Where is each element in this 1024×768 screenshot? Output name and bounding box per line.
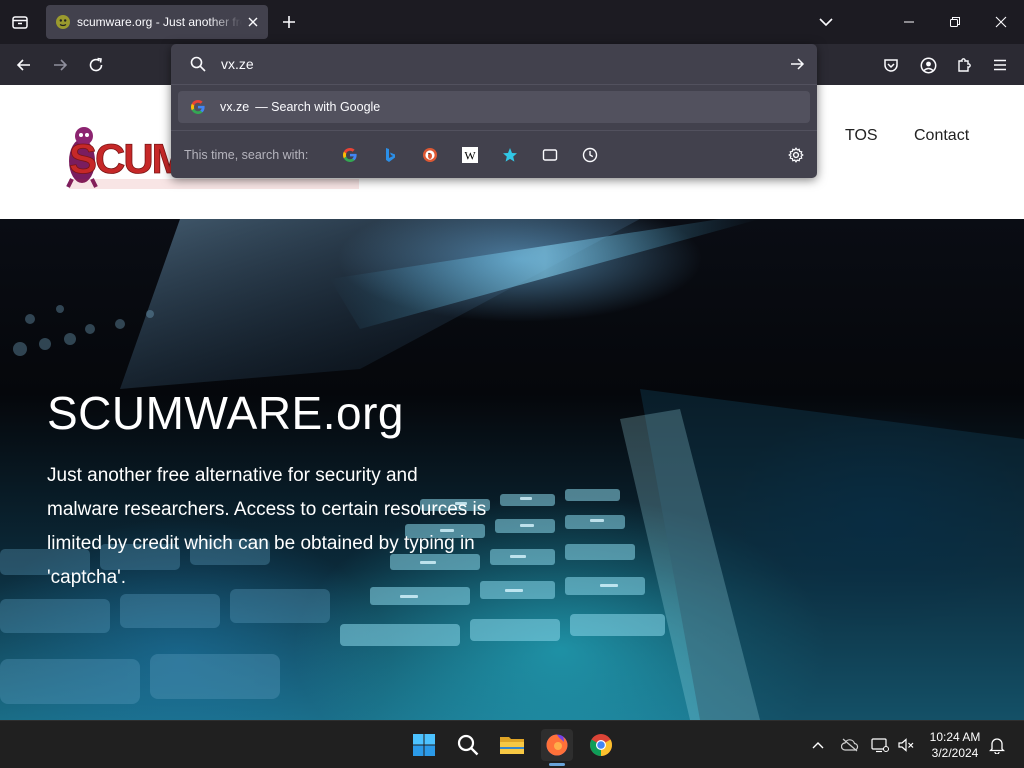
- browser-tab[interactable]: scumware.org - Just another free alterna…: [46, 5, 268, 39]
- back-button[interactable]: [11, 52, 37, 78]
- chevron-down-icon: [819, 18, 833, 27]
- divider: [171, 84, 817, 85]
- tab-list-icon: [12, 16, 28, 29]
- chrome-icon: [590, 734, 612, 756]
- network-tray-button[interactable]: [869, 734, 891, 756]
- duckduckgo-icon: [423, 148, 437, 162]
- bell-icon: [989, 738, 1005, 754]
- urlbar-dropdown: vx.ze — Search with Google This time, se…: [171, 44, 817, 178]
- bookmarks-star-icon: [503, 148, 517, 162]
- hero-description: Just another free alternative for securi…: [47, 465, 487, 588]
- pocket-button[interactable]: [878, 52, 904, 78]
- firefox-icon: [546, 734, 568, 756]
- plus-icon: [283, 16, 295, 28]
- search-engine-duckduckgo-button[interactable]: [418, 143, 442, 167]
- arrow-right-icon: [54, 59, 68, 71]
- onedrive-tray-button[interactable]: [839, 734, 861, 756]
- forward-button[interactable]: [47, 52, 73, 78]
- search-engine-bing-button[interactable]: [378, 143, 402, 167]
- puzzle-piece-icon: [958, 58, 971, 72]
- tab-close-button[interactable]: [244, 13, 262, 31]
- close-icon: [248, 17, 258, 27]
- restore-icon: [950, 17, 960, 27]
- file-explorer-button[interactable]: [496, 729, 528, 761]
- window-close-button[interactable]: [978, 0, 1024, 44]
- scumware-favicon: [56, 15, 70, 29]
- search-tabs-button[interactable]: [538, 143, 562, 167]
- suggestion-action: — Search with Google: [255, 100, 381, 114]
- chevron-up-icon: [812, 742, 824, 749]
- new-tab-button[interactable]: [278, 11, 300, 33]
- google-icon: [343, 148, 357, 162]
- reload-icon: [89, 57, 103, 72]
- close-icon: [995, 16, 1007, 28]
- google-icon: [191, 100, 205, 114]
- url-input[interactable]: [221, 53, 761, 75]
- web-page: SCUMWARE SCUMWARE TOS Contact: [0, 85, 1024, 720]
- minimize-button[interactable]: [886, 0, 932, 44]
- screen: scumware.org - Just another free alterna…: [0, 0, 1024, 768]
- reload-button[interactable]: [83, 52, 109, 78]
- restore-button[interactable]: [932, 0, 978, 44]
- arrow-right-icon: [791, 58, 805, 70]
- search-engine-google-button[interactable]: [338, 143, 362, 167]
- firefox-taskbar-button[interactable]: [541, 729, 573, 761]
- account-icon: [920, 57, 936, 73]
- search-engine-wikipedia-button[interactable]: W: [458, 143, 482, 167]
- nav-link-contact[interactable]: Contact: [914, 127, 969, 145]
- windows-start-icon: [413, 734, 435, 756]
- list-all-tabs-button[interactable]: [814, 11, 838, 33]
- bing-icon: [386, 148, 395, 162]
- minimize-icon: [904, 21, 914, 23]
- gear-icon: [788, 147, 804, 163]
- history-icon: [582, 147, 598, 163]
- clock-date: 3/2/2024: [931, 746, 979, 760]
- menu-button[interactable]: [987, 52, 1013, 78]
- search-bookmarks-button[interactable]: [498, 143, 522, 167]
- arrow-left-icon: [16, 59, 30, 71]
- divider: [171, 130, 817, 131]
- tab-list-button[interactable]: [8, 10, 32, 34]
- search-icon: [190, 56, 206, 72]
- account-button[interactable]: [915, 52, 941, 78]
- wikipedia-icon: W: [462, 147, 478, 163]
- suggestion-search-google[interactable]: vx.ze — Search with Google: [178, 91, 810, 123]
- notifications-button[interactable]: [986, 734, 1008, 756]
- clock-time: 10:24 AM: [929, 730, 981, 744]
- tab-title: scumware.org - Just another free alterna…: [77, 15, 242, 29]
- suggestion-query: vx.ze: [220, 100, 250, 114]
- cloud-offline-icon: [841, 738, 859, 752]
- windows-taskbar: 10:24 AM 3/2/2024: [0, 720, 1024, 768]
- svg-text:W: W: [464, 149, 476, 163]
- hero-banner: SCUMWARE.org Just another free alternati…: [0, 219, 1024, 720]
- hamburger-menu-icon: [994, 59, 1006, 71]
- show-hidden-icons-button[interactable]: [807, 734, 829, 756]
- search-icon: [457, 734, 479, 756]
- hero-title: SCUMWARE.org: [47, 387, 404, 439]
- tab-strip: scumware.org - Just another free alterna…: [0, 0, 1024, 44]
- tabs-icon: [542, 149, 558, 161]
- nav-link-tos[interactable]: TOS: [845, 127, 878, 145]
- active-app-indicator: [549, 763, 565, 766]
- search-history-button[interactable]: [578, 143, 602, 167]
- speaker-muted-icon: [898, 738, 914, 752]
- taskbar-search-button[interactable]: [452, 729, 484, 761]
- extensions-button[interactable]: [951, 52, 977, 78]
- taskbar-clock[interactable]: 10:24 AM 3/2/2024: [924, 729, 986, 761]
- file-explorer-icon: [500, 737, 524, 754]
- volume-tray-button[interactable]: [895, 734, 917, 756]
- start-button[interactable]: [408, 729, 440, 761]
- search-settings-button[interactable]: [784, 143, 808, 167]
- one-off-search-label: This time, search with:: [184, 148, 309, 162]
- chrome-taskbar-button[interactable]: [585, 729, 617, 761]
- network-display-icon: [871, 738, 889, 753]
- go-button[interactable]: [787, 54, 807, 74]
- pocket-icon: [884, 59, 898, 72]
